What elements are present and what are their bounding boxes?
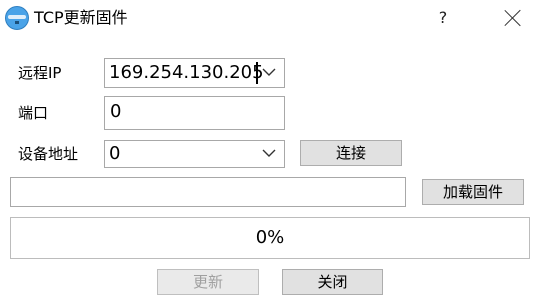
- title-bar: TCP更新固件 ?: [0, 0, 541, 36]
- remote-ip-value: 169.254.130.205: [109, 62, 264, 83]
- update-button[interactable]: 更新: [157, 269, 259, 295]
- window-title: TCP更新固件: [34, 8, 128, 27]
- text-caret: [256, 62, 258, 84]
- port-label: 端口: [18, 104, 49, 122]
- device-address-label: 设备地址: [18, 145, 79, 163]
- device-address-value: 0: [109, 143, 121, 164]
- chevron-down-icon[interactable]: [262, 65, 276, 79]
- firmware-path-input[interactable]: [10, 177, 406, 207]
- chevron-down-icon[interactable]: [262, 146, 276, 160]
- connect-button[interactable]: 连接: [300, 140, 402, 166]
- remote-ip-combo[interactable]: 169.254.130.205: [104, 58, 285, 88]
- progress-bar: 0%: [10, 217, 530, 259]
- device-address-combo[interactable]: 0: [104, 140, 285, 168]
- load-firmware-button[interactable]: 加载固件: [422, 179, 524, 205]
- port-input[interactable]: 0: [104, 96, 285, 130]
- app-icon: [5, 6, 29, 30]
- close-icon[interactable]: [502, 7, 524, 29]
- remote-ip-label: 远程IP: [18, 64, 62, 82]
- progress-text: 0%: [255, 227, 285, 248]
- close-button[interactable]: 关闭: [282, 269, 383, 295]
- help-icon[interactable]: ?: [432, 6, 454, 30]
